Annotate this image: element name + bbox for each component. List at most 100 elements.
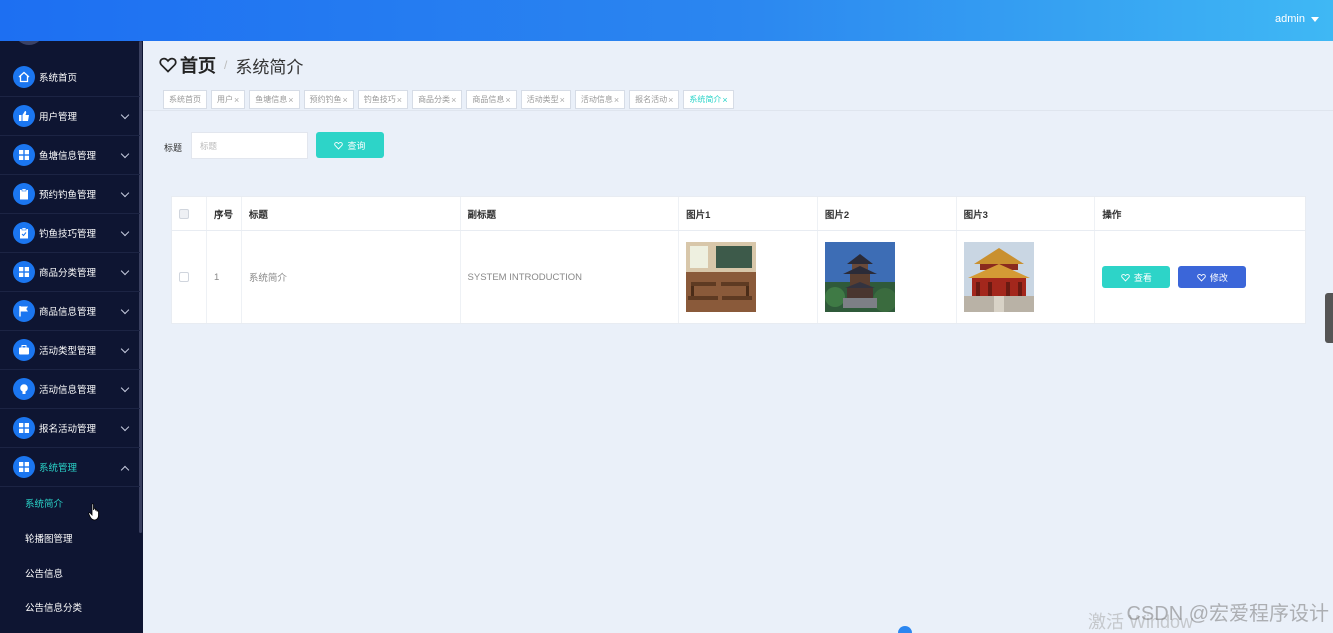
view-button-label: 查看: [1133, 272, 1152, 283]
close-icon[interactable]: ×: [668, 95, 673, 105]
close-icon[interactable]: ×: [614, 95, 619, 105]
sidebar-item-activity-type[interactable]: 活动类型管理: [0, 331, 140, 370]
tab-users[interactable]: 用户 ×: [211, 90, 246, 109]
caret-down-icon[interactable]: [1311, 16, 1319, 22]
cell-actions: 查看 修改: [1095, 231, 1305, 323]
sidebar-subitem-system-intro[interactable]: 系统简介: [0, 485, 140, 520]
header-title: 标题: [242, 197, 461, 230]
sidebar-subitem-notice-category[interactable]: 公告信息分类: [0, 589, 140, 624]
tab-registration[interactable]: 报名活动 ×: [629, 90, 680, 109]
sidebar-item-product-info[interactable]: 商品信息管理: [0, 292, 140, 331]
watermark: CSDN @宏爱程序设计: [1126, 603, 1329, 625]
sidebar-item-home[interactable]: 系统首页: [0, 58, 140, 97]
tab-label: 系统简介: [689, 95, 722, 104]
sidebar-item-label: 钓鱼技巧管理: [39, 229, 97, 240]
header-actions: 操作: [1102, 209, 1122, 221]
cell-subtitle: SYSTEM INTRODUCTION: [461, 231, 680, 323]
floating-dot[interactable]: [898, 626, 912, 633]
sidebar-item-system[interactable]: 系统管理: [0, 448, 140, 487]
classroom-image[interactable]: [686, 242, 757, 312]
sidebar-item-pond-info[interactable]: 鱼塘信息管理: [0, 136, 140, 175]
sidebar-item-label: 活动信息管理: [39, 385, 97, 396]
cell-image1: [679, 231, 818, 323]
close-icon[interactable]: ×: [234, 95, 239, 105]
avatar[interactable]: [14, 41, 44, 45]
heart-icon: [159, 57, 177, 73]
tab-fishing-tips[interactable]: 钓鱼技巧 ×: [357, 90, 409, 109]
grid-icon: [13, 417, 35, 439]
close-icon[interactable]: ×: [343, 95, 348, 105]
sidebar-item-users[interactable]: 用户管理: [0, 97, 140, 136]
close-icon[interactable]: ×: [397, 95, 402, 105]
header-image1: 图片1: [679, 197, 818, 230]
tab-label: 商品分类: [418, 95, 451, 104]
close-icon[interactable]: ×: [560, 95, 565, 105]
header-image2: 图片2: [818, 197, 957, 230]
search-input[interactable]: [191, 132, 308, 159]
palace-image[interactable]: [963, 242, 1034, 312]
user-name[interactable]: admin: [1275, 13, 1305, 25]
tab-product-info[interactable]: 商品信息 ×: [466, 90, 517, 109]
tab-system-intro[interactable]: 系统简介 ×: [683, 90, 734, 109]
close-icon[interactable]: ×: [505, 95, 510, 105]
sidebar-subitem-carousel[interactable]: 轮播图管理: [0, 520, 140, 555]
tab-product-category[interactable]: 商品分类 ×: [412, 90, 463, 109]
page-scrollbar[interactable]: [1325, 293, 1333, 343]
chevron-up-icon: [120, 465, 130, 475]
tab-label: 报名活动: [635, 95, 668, 104]
tab-activity-type[interactable]: 活动类型 ×: [520, 90, 571, 109]
chevron-down-icon: [120, 344, 130, 354]
breadcrumb-home[interactable]: 首页: [180, 52, 216, 78]
sidebar-item-label: 商品分类管理: [39, 268, 97, 279]
sidebar-item-label: 报名活动管理: [39, 424, 97, 435]
sidebar-item-label: 用户管理: [39, 112, 78, 123]
tab-label: 钓鱼技巧: [363, 95, 396, 104]
pavilion-image[interactable]: [824, 242, 895, 312]
close-icon[interactable]: ×: [722, 95, 727, 105]
sidebar-item-label: 预约钓鱼管理: [39, 190, 97, 201]
tab-activity-info[interactable]: 活动信息 ×: [574, 90, 626, 109]
view-button[interactable]: 查看: [1102, 266, 1171, 288]
sidebar-item-registration[interactable]: 报名活动管理: [0, 409, 140, 448]
cell-index: 1: [207, 231, 242, 323]
close-icon[interactable]: ×: [451, 95, 456, 105]
tab-label: 商品信息: [472, 95, 505, 104]
row-checkbox[interactable]: [179, 272, 189, 282]
sidebar-item-label: 活动类型管理: [39, 346, 97, 357]
tab-pond-info[interactable]: 鱼塘信息 ×: [249, 90, 300, 109]
table-row: 1 系统简介 SYSTEM INTRODUCTION 查看 修改: [172, 231, 1305, 323]
bulb-icon: [13, 378, 35, 400]
tab-fishing-booking[interactable]: 预约钓鱼 ×: [303, 90, 354, 109]
tab-label: 活动信息: [580, 95, 613, 104]
edit-button[interactable]: 修改: [1178, 266, 1247, 288]
chevron-down-icon: [120, 305, 130, 315]
sidebar-item-fishing-tips[interactable]: 钓鱼技巧管理: [0, 214, 140, 253]
sidebar-item-activity-info[interactable]: 活动信息管理: [0, 370, 140, 409]
sidebar-item-label: 系统管理: [39, 463, 78, 474]
tab-system-home[interactable]: 系统首页: [163, 90, 207, 109]
query-button-label: 查询: [347, 140, 366, 151]
cell-image3: [957, 231, 1096, 323]
query-button[interactable]: 查询: [316, 132, 384, 158]
user-menu[interactable]: admin: [1275, 13, 1319, 25]
clipboard-icon: [13, 183, 35, 205]
header-select-all: [172, 197, 207, 230]
edit-button-label: 修改: [1209, 272, 1228, 283]
sidebar-item-product-category[interactable]: 商品分类管理: [0, 253, 140, 292]
heart-icon: [334, 141, 344, 150]
grid-icon: [13, 144, 35, 166]
grid-icon: [13, 261, 35, 283]
main-content: 首页 / 系统简介 系统首页 用户 × 鱼塘信息 × 预约钓鱼 × 钓鱼技巧 × 商品分…: [143, 41, 1333, 633]
grid-icon: [13, 456, 35, 478]
tab-label: 鱼塘信息: [255, 95, 288, 104]
select-all-checkbox[interactable]: [179, 208, 189, 219]
close-icon[interactable]: ×: [288, 95, 293, 105]
chevron-down-icon: [120, 188, 130, 198]
tab-label: 用户: [217, 95, 233, 104]
cell-image2: [818, 231, 957, 323]
search-label: 标题: [164, 143, 183, 153]
sidebar-subitem-notice[interactable]: 公告信息: [0, 555, 140, 590]
sidebar-item-fishing-booking[interactable]: 预约钓鱼管理: [0, 175, 140, 214]
home-icon: [13, 66, 35, 88]
briefcase-icon: [13, 339, 35, 361]
